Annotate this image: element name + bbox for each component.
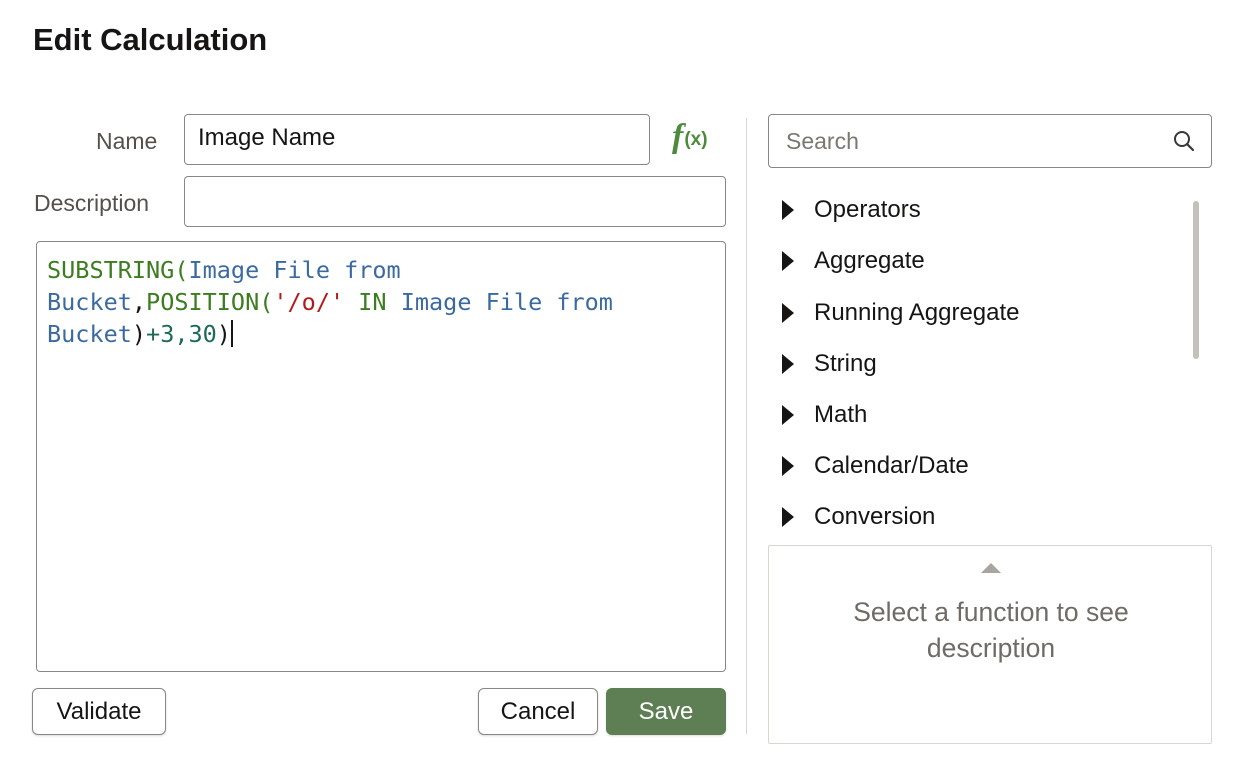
category-calendar-date[interactable]: Calendar/Date (768, 446, 969, 486)
expand-triangle-icon (782, 507, 794, 527)
text-caret (230, 320, 233, 347)
token-column: Image File from (188, 256, 401, 284)
category-label: Math (814, 401, 868, 428)
category-label: Operators (814, 196, 921, 223)
token-function: SUBSTRING( (47, 256, 189, 284)
token-comma: , (131, 288, 147, 316)
name-field-value: Image Name (198, 124, 336, 151)
category-label: String (814, 350, 877, 377)
token-function: POSITION( (146, 288, 274, 316)
token-paren: ) (216, 320, 231, 348)
category-label: Conversion (814, 503, 936, 528)
category-conversion[interactable]: Conversion (768, 497, 935, 528)
category-label: Aggregate (814, 247, 925, 274)
search-icon[interactable] (1173, 130, 1195, 152)
token-number: +3,30 (146, 320, 217, 348)
save-button[interactable]: Save (606, 688, 726, 735)
name-field[interactable]: Image Name (184, 114, 650, 165)
expression-editor[interactable]: SUBSTRING(Image File from Bucket,POSITIO… (36, 241, 726, 672)
expand-triangle-icon (782, 456, 794, 476)
function-description-panel: Select a function to see description (768, 545, 1212, 744)
search-input[interactable]: Search (768, 114, 1212, 168)
token-paren: ) (131, 320, 147, 348)
token-column: Bucket (47, 288, 132, 316)
category-aggregate[interactable]: Aggregate (768, 241, 925, 281)
category-operators[interactable]: Operators (768, 190, 921, 230)
function-icon[interactable]: f(x) (672, 120, 708, 154)
cancel-button[interactable]: Cancel (478, 688, 598, 735)
collapse-arrow-icon[interactable] (981, 563, 1001, 573)
category-list-scrollbar[interactable] (1193, 201, 1199, 359)
expand-triangle-icon (782, 405, 794, 425)
description-message: Select a function to see description (853, 597, 1129, 663)
category-string[interactable]: String (768, 344, 877, 384)
token-keyword: IN (344, 288, 401, 316)
category-label: Running Aggregate (814, 299, 1020, 326)
dialog-title: Edit Calculation (33, 22, 268, 57)
category-running-aggregate[interactable]: Running Aggregate (768, 293, 1020, 333)
name-label: Name (96, 128, 158, 154)
function-category-list: Operators Aggregate Running Aggregate St… (768, 190, 1212, 528)
expression-code: SUBSTRING(Image File from Bucket,POSITIO… (47, 254, 717, 350)
expand-triangle-icon (782, 200, 794, 220)
category-math[interactable]: Math (768, 395, 867, 435)
token-column: Image File from (400, 288, 613, 316)
validate-button[interactable]: Validate (32, 688, 166, 735)
token-column: Bucket (47, 320, 132, 348)
search-placeholder: Search (786, 128, 859, 154)
expand-triangle-icon (782, 251, 794, 271)
token-string: '/o/' (273, 288, 345, 316)
panel-divider (746, 118, 747, 734)
category-label: Calendar/Date (814, 452, 969, 479)
description-label: Description (34, 190, 150, 216)
expand-triangle-icon (782, 354, 794, 374)
description-field[interactable] (184, 176, 726, 227)
expand-triangle-icon (782, 303, 794, 323)
